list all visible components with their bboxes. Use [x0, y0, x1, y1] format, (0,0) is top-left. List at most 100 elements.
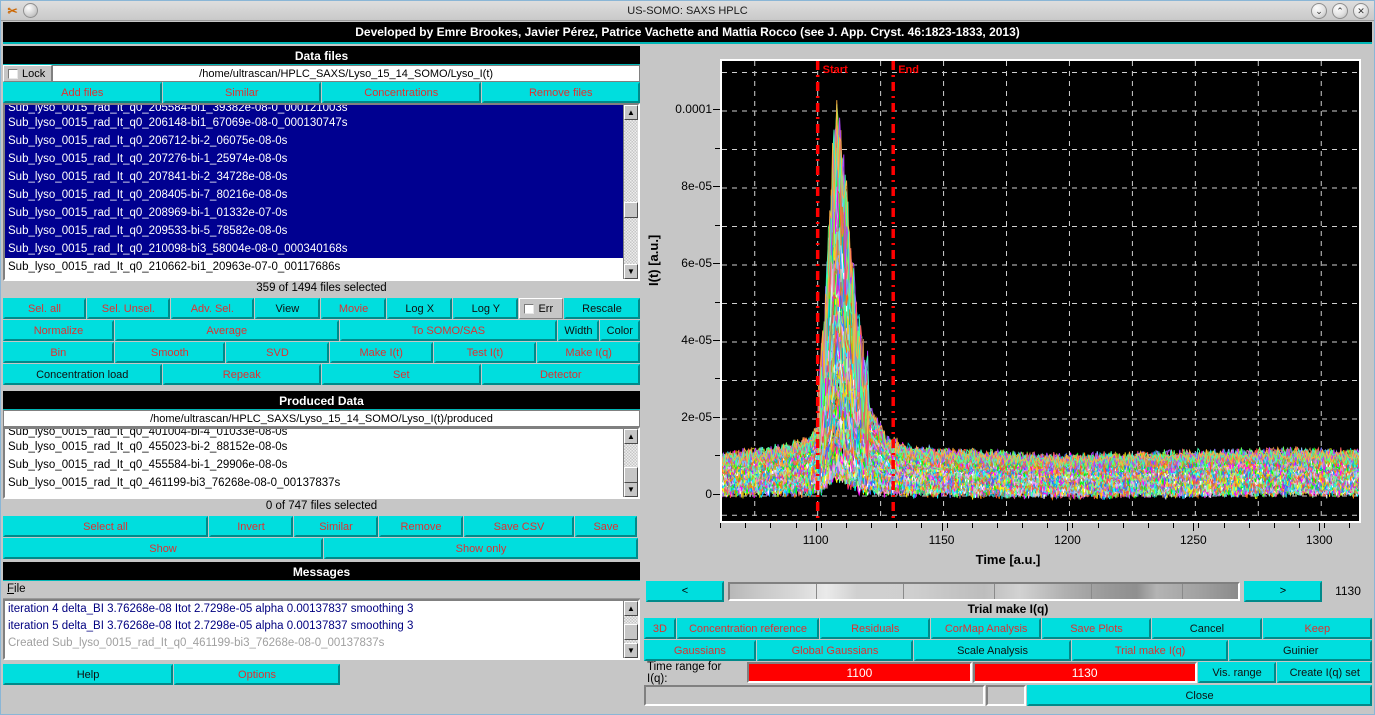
data-files-scrollbar[interactable]: ▲ ▼: [623, 105, 638, 279]
err-checkbox-group[interactable]: Err: [519, 298, 563, 319]
list-item[interactable]: Sub_lyso_0015_rad_It_q0_206148-bi1_67069…: [5, 114, 623, 132]
button-detector[interactable]: Detector: [482, 364, 641, 385]
maximize-icon[interactable]: ⌃: [1332, 3, 1348, 19]
button-invert[interactable]: Invert: [209, 516, 293, 537]
button-bin[interactable]: Bin: [3, 342, 114, 363]
list-item[interactable]: Sub_lyso_0015_rad_It_q0_207841-bi-2_3472…: [5, 168, 623, 186]
button-svd[interactable]: SVD: [226, 342, 329, 363]
button-cancel[interactable]: Cancel: [1152, 618, 1261, 639]
button-gaussians[interactable]: Gaussians: [644, 640, 756, 661]
scroll-thumb[interactable]: [624, 202, 638, 218]
lock-checkbox-icon[interactable]: [8, 69, 18, 79]
button-concentrations[interactable]: Concentrations: [322, 82, 481, 103]
button-3d[interactable]: 3D: [644, 618, 676, 639]
minimize-icon[interactable]: ⌄: [1311, 3, 1327, 19]
list-item[interactable]: Sub_lyso_0015_rad_It_q0_208405-bi-7_8021…: [5, 186, 623, 204]
list-item[interactable]: Sub_lyso_0015_rad_It_q0_210662-bi1_20963…: [5, 258, 623, 276]
button-add-files[interactable]: Add files: [3, 82, 162, 103]
button-adv-sel[interactable]: Adv. Sel.: [171, 298, 254, 319]
button-smooth[interactable]: Smooth: [115, 342, 226, 363]
time-range-end[interactable]: 1130: [973, 662, 1197, 683]
button-log-x[interactable]: Log X: [387, 298, 452, 319]
list-item[interactable]: Sub_lyso_0015_rad_It_q0_206712-bi-2_0607…: [5, 132, 623, 150]
slider-track[interactable]: [728, 582, 1240, 601]
button-keep[interactable]: Keep: [1263, 618, 1372, 639]
button-width[interactable]: Width: [558, 320, 598, 341]
plot-canvas[interactable]: StartEnd: [720, 59, 1361, 523]
button-movie[interactable]: Movie: [321, 298, 386, 319]
list-item[interactable]: Sub_lyso_0015_rad_It_q0_401004-bi-4_0103…: [5, 429, 623, 438]
button-trial-make-i-q[interactable]: Trial make I(q): [1072, 640, 1229, 661]
scroll-track[interactable]: [624, 120, 638, 264]
err-checkbox-icon[interactable]: [524, 304, 534, 314]
scroll-track[interactable]: [624, 444, 638, 482]
scroll-thumb[interactable]: [624, 624, 638, 640]
close-button[interactable]: Close: [1027, 685, 1372, 706]
scroll-up-icon[interactable]: ▲: [624, 601, 638, 616]
button-view[interactable]: View: [255, 298, 320, 319]
button-similar[interactable]: Similar: [163, 82, 322, 103]
button-help[interactable]: Help: [3, 664, 173, 685]
scroll-thumb[interactable]: [624, 467, 638, 483]
button-options[interactable]: Options: [174, 664, 340, 685]
button-normalize[interactable]: Normalize: [3, 320, 114, 341]
slider-next-button[interactable]: >: [1244, 581, 1322, 602]
list-item[interactable]: Sub_lyso_0015_rad_It_q0_210098-bi3_58004…: [5, 240, 623, 258]
button-select-all[interactable]: Select all: [3, 516, 208, 537]
window-menu-icon[interactable]: [23, 3, 38, 18]
list-item[interactable]: Sub_lyso_0015_rad_It_q0_455023-bi-2_8815…: [5, 438, 623, 456]
messages-menubar[interactable]: File: [3, 581, 640, 599]
produced-data-list-items[interactable]: Sub_lyso_0015_rad_It_q0_401004-bi-4_0103…: [5, 429, 623, 497]
button-repeak[interactable]: Repeak: [163, 364, 322, 385]
produced-data-scrollbar[interactable]: ▲ ▼: [623, 429, 638, 497]
data-files-path[interactable]: /home/ultrascan/HPLC_SAXS/Lyso_15_14_SOM…: [52, 65, 640, 82]
data-files-list-items[interactable]: Sub_lyso_0015_rad_It_q0_205584-bi1_39382…: [5, 105, 623, 279]
create-iq-set-button[interactable]: Create I(q) set: [1277, 662, 1372, 683]
button-make-i-t[interactable]: Make I(t): [330, 342, 433, 363]
produced-data-list[interactable]: Sub_lyso_0015_rad_It_q0_401004-bi-4_0103…: [3, 427, 640, 499]
button-cormap-analysis[interactable]: CorMap Analysis: [931, 618, 1040, 639]
messages-box[interactable]: iteration 4 delta_BI 3.76268e-08 Itot 2.…: [3, 599, 640, 660]
list-item[interactable]: Sub_lyso_0015_rad_It_q0_205584-bi1_39382…: [5, 105, 623, 114]
button-show-only[interactable]: Show only: [324, 538, 638, 559]
lock-toggle[interactable]: Lock: [3, 65, 52, 82]
button-log-y[interactable]: Log Y: [453, 298, 518, 319]
list-item[interactable]: Sub_lyso_0015_rad_It_q0_208969-bi-1_0133…: [5, 204, 623, 222]
vis-range-button[interactable]: Vis. range: [1198, 662, 1277, 683]
list-item[interactable]: Sub_lyso_0015_rad_It_q0_461199-bi3_76268…: [5, 474, 623, 492]
button-set[interactable]: Set: [322, 364, 481, 385]
button-scale-analysis[interactable]: Scale Analysis: [914, 640, 1071, 661]
scroll-up-icon[interactable]: ▲: [624, 429, 638, 444]
list-item[interactable]: Sub_lyso_0015_rad_It_q0_209533-bi-5_7858…: [5, 222, 623, 240]
scroll-track[interactable]: [624, 616, 638, 643]
time-range-start[interactable]: 1100: [747, 662, 971, 683]
button-make-i-q[interactable]: Make I(q): [537, 342, 640, 363]
button-show[interactable]: Show: [3, 538, 323, 559]
button-color[interactable]: Color: [600, 320, 640, 341]
list-item[interactable]: Sub_lyso_0015_rad_It_q0_207276-bi-1_2597…: [5, 150, 623, 168]
button-save-plots[interactable]: Save Plots: [1042, 618, 1151, 639]
menu-file[interactable]: File: [7, 583, 26, 595]
button-save-csv[interactable]: Save CSV: [464, 516, 574, 537]
button-concentration-load[interactable]: Concentration load: [3, 364, 162, 385]
button-remove[interactable]: Remove: [379, 516, 463, 537]
button-global-gaussians[interactable]: Global Gaussians: [757, 640, 914, 661]
button-similar[interactable]: Similar: [294, 516, 378, 537]
list-item[interactable]: Sub_lyso_0015_rad_It_q0_455584-bi-1_2990…: [5, 456, 623, 474]
button-residuals[interactable]: Residuals: [820, 618, 930, 639]
data-files-list[interactable]: Sub_lyso_0015_rad_It_q0_205584-bi1_39382…: [3, 103, 640, 281]
scroll-up-icon[interactable]: ▲: [624, 105, 638, 120]
slider-prev-button[interactable]: <: [646, 581, 724, 602]
button-sel-unsel[interactable]: Sel. Unsel.: [87, 298, 170, 319]
close-icon[interactable]: ✕: [1353, 3, 1369, 19]
scroll-down-icon[interactable]: ▼: [624, 643, 638, 658]
button-concentration-reference[interactable]: Concentration reference: [677, 618, 819, 639]
button-sel-all[interactable]: Sel. all: [3, 298, 86, 319]
button-guinier[interactable]: Guinier: [1229, 640, 1372, 661]
messages-scrollbar[interactable]: ▲ ▼: [623, 601, 638, 658]
scroll-down-icon[interactable]: ▼: [624, 264, 638, 279]
button-rescale[interactable]: Rescale: [564, 298, 640, 319]
button-test-i-t[interactable]: Test I(t): [434, 342, 537, 363]
scroll-down-icon[interactable]: ▼: [624, 482, 638, 497]
button-to-somo-sas[interactable]: To SOMO/SAS: [340, 320, 558, 341]
